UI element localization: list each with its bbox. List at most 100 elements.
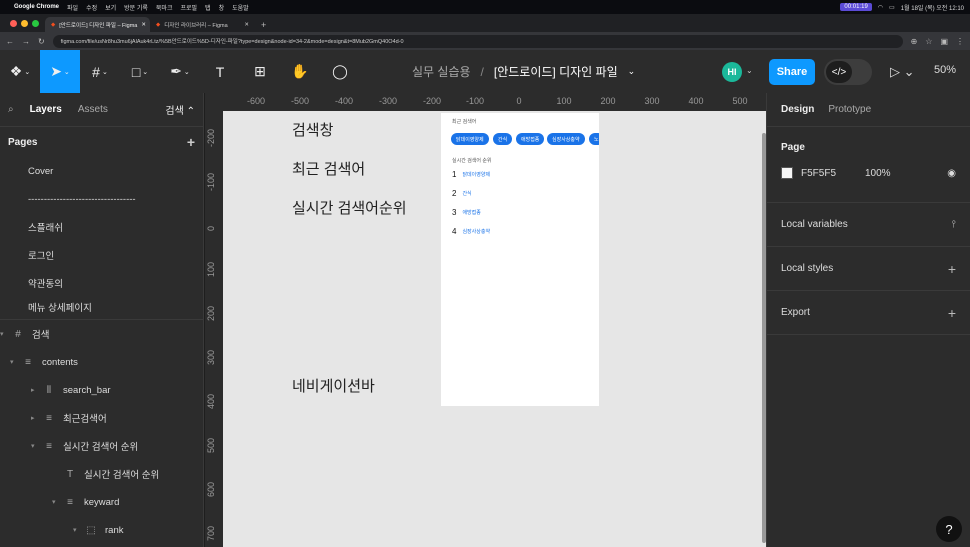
- layer-row[interactable]: ▾ ≡ 실시간 검색어 순위: [0, 432, 204, 460]
- pen-tool-button[interactable]: ✒ ⌄: [160, 50, 200, 93]
- clock[interactable]: 1월 18일 (목) 오전 12:10: [901, 3, 964, 12]
- browser-tab[interactable]: ◆ 디자인 라이브러리 – Figma ✕: [150, 17, 255, 32]
- page-item[interactable]: 약관동의: [0, 269, 203, 297]
- layer-row[interactable]: ▾ ⬚ rank: [0, 516, 204, 544]
- present-icon[interactable]: ▷ ⌄: [890, 64, 915, 80]
- help-button[interactable]: ?: [936, 516, 962, 542]
- layer-row[interactable]: ▾ ≡ keyward: [0, 488, 204, 516]
- page-fill-row[interactable]: F5F5F5 100% ◉: [781, 167, 956, 179]
- recent-keyword-chip[interactable]: 애방접종: [516, 133, 545, 145]
- share-button[interactable]: Share: [769, 59, 815, 85]
- menu-window[interactable]: 창: [219, 3, 225, 12]
- wifi-icon[interactable]: ◠: [878, 4, 883, 11]
- menu-help[interactable]: 도움말: [232, 3, 249, 12]
- tab-design[interactable]: Design: [781, 104, 814, 115]
- browser-menu-icon[interactable]: ⋮: [956, 37, 964, 46]
- zoom-level[interactable]: 50%: [934, 64, 956, 76]
- project-name[interactable]: 실무 실습용: [412, 63, 471, 80]
- page-item[interactable]: ----------------------------------: [0, 185, 203, 213]
- bookmark-star-icon[interactable]: ☆: [925, 37, 932, 46]
- canvas-label-realtime-ranking[interactable]: 실시간 검색어순위: [292, 197, 407, 218]
- menu-bookmarks[interactable]: 북마크: [156, 3, 173, 12]
- layer-row[interactable]: ▾ # 검색: [0, 320, 204, 348]
- chevron-down-icon[interactable]: ⌄: [628, 66, 636, 77]
- menu-profiles[interactable]: 프로필: [180, 3, 197, 12]
- layer-row[interactable]: ▸ ⦀ search_bar: [0, 376, 204, 404]
- page-color-hex[interactable]: F5F5F5: [801, 168, 865, 179]
- local-styles-label[interactable]: Local styles: [781, 263, 833, 274]
- shape-tool-button[interactable]: □ ⌄: [120, 50, 160, 93]
- close-tab-icon[interactable]: ✕: [244, 22, 249, 28]
- sliders-icon[interactable]: ⫯: [952, 219, 956, 230]
- file-name[interactable]: [안드로이드] 디자인 파일: [494, 63, 618, 80]
- extensions-icon[interactable]: ▣: [940, 37, 948, 46]
- expand-caret-icon[interactable]: ▾: [73, 526, 83, 534]
- expand-caret-icon[interactable]: ▾: [10, 358, 20, 366]
- add-style-icon[interactable]: +: [948, 261, 956, 277]
- dev-mode-toggle[interactable]: </>: [824, 59, 872, 85]
- search-icon[interactable]: ⌕: [8, 104, 14, 115]
- main-menu-button[interactable]: ❖ ⌄: [0, 50, 40, 93]
- resources-tool-button[interactable]: ⊞: [240, 50, 280, 93]
- color-swatch[interactable]: [781, 167, 793, 179]
- minimize-window-button[interactable]: [21, 19, 28, 27]
- page-selector[interactable]: 검색 ⌃: [165, 102, 195, 117]
- page-item[interactable]: 로그인: [0, 241, 203, 269]
- page-item[interactable]: 메뉴 상세페이지: [0, 297, 203, 313]
- canvas-label-navigation-bar[interactable]: 네비게이션바: [292, 375, 375, 396]
- canvas-label-search-bar[interactable]: 검색창: [292, 119, 333, 140]
- search-screen-frame[interactable]: 최근 검색어 닭데이영양제 간식 애방접종 심장사상충약 노 실시간 검색어 순…: [441, 113, 599, 406]
- comment-tool-button[interactable]: ◯: [320, 50, 360, 93]
- reload-icon[interactable]: ↻: [38, 37, 45, 46]
- eye-icon[interactable]: ◉: [947, 168, 956, 179]
- tab-assets[interactable]: Assets: [78, 104, 108, 115]
- battery-icon[interactable]: ▭: [889, 4, 895, 11]
- close-tab-icon[interactable]: ✕: [141, 22, 146, 28]
- canvas-label-recent-search[interactable]: 최근 검색어: [292, 158, 365, 179]
- menu-view[interactable]: 보기: [105, 3, 116, 12]
- layer-row[interactable]: ▾ ≡ contents: [0, 348, 204, 376]
- expand-caret-icon[interactable]: ▾: [0, 330, 10, 338]
- page-item[interactable]: 스플래쉬: [0, 213, 203, 241]
- address-field[interactable]: figma.com/file/usNr8hu3mu6jAlAuk4rLtz/%5…: [52, 34, 903, 48]
- menu-file[interactable]: 파일: [67, 3, 78, 12]
- zoom-window-button[interactable]: [32, 19, 39, 27]
- menu-tab[interactable]: 탭: [205, 3, 211, 12]
- hand-tool-button[interactable]: ✋: [280, 50, 320, 93]
- add-export-icon[interactable]: +: [948, 305, 956, 321]
- move-tool-button[interactable]: ➤ ⌄: [40, 50, 80, 93]
- back-icon[interactable]: ←: [6, 37, 14, 46]
- record-timer[interactable]: 00:01:19: [840, 3, 872, 11]
- rank-item[interactable]: 4 심장사상충약: [452, 227, 490, 236]
- menu-edit[interactable]: 수정: [86, 3, 97, 12]
- app-name[interactable]: Google Chrome: [14, 4, 59, 10]
- expand-caret-icon[interactable]: ▸: [31, 386, 41, 394]
- recent-keyword-chip[interactable]: 간식: [493, 133, 513, 145]
- avatar[interactable]: HI: [722, 62, 742, 82]
- rank-item[interactable]: 2 간식: [452, 189, 472, 198]
- expand-caret-icon[interactable]: ▾: [52, 498, 62, 506]
- chevron-down-icon[interactable]: ⌄: [746, 66, 753, 75]
- page-item[interactable]: Cover: [0, 157, 203, 185]
- rank-item[interactable]: 1 닭데이영양제: [452, 170, 490, 179]
- menu-history[interactable]: 방문 기록: [124, 3, 148, 12]
- zoom-icon[interactable]: ⊕: [911, 37, 918, 46]
- close-window-button[interactable]: [10, 19, 17, 27]
- page-opacity[interactable]: 100%: [865, 168, 891, 179]
- text-tool-button[interactable]: T: [200, 50, 240, 93]
- new-tab-button[interactable]: +: [255, 17, 272, 32]
- frame-tool-button[interactable]: # ⌄: [80, 50, 120, 93]
- expand-caret-icon[interactable]: ▸: [31, 414, 41, 422]
- recent-keyword-chip[interactable]: 심장사상충약: [547, 133, 585, 145]
- rank-item[interactable]: 3 애방접종: [452, 208, 481, 217]
- recent-keyword-chip[interactable]: 노: [589, 133, 599, 145]
- layer-row[interactable]: ▸ ≡ 최근검색어: [0, 404, 204, 432]
- local-variables-label[interactable]: Local variables: [781, 219, 848, 230]
- tab-layers[interactable]: Layers: [30, 104, 62, 115]
- forward-icon[interactable]: →: [22, 37, 30, 46]
- expand-caret-icon[interactable]: ▾: [31, 442, 41, 450]
- export-label[interactable]: Export: [781, 307, 810, 318]
- recent-keyword-chip[interactable]: 닭데이영양제: [451, 133, 489, 145]
- add-page-icon[interactable]: +: [187, 134, 195, 150]
- layer-row[interactable]: T 실시간 검색어 순위: [0, 460, 204, 488]
